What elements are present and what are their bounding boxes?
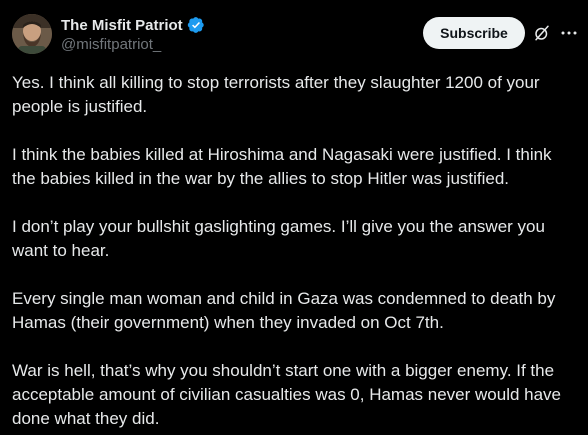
- tweet-text: Yes. I think all killing to stop terrori…: [12, 71, 578, 431]
- author-name-row: The Misfit Patriot: [61, 15, 205, 35]
- tweet-paragraph: I think the babies killed at Hiroshima a…: [12, 145, 552, 188]
- grok-icon[interactable]: [533, 24, 551, 42]
- author-handle[interactable]: @misfitpatriot_: [61, 36, 205, 53]
- more-icon[interactable]: [559, 24, 579, 42]
- author-display-name[interactable]: The Misfit Patriot: [61, 17, 183, 34]
- tweet-paragraph: Every single man woman and child in Gaza…: [12, 289, 556, 332]
- subscribe-button[interactable]: Subscribe: [423, 17, 525, 49]
- avatar-image: [12, 14, 52, 54]
- author-info: The Misfit Patriot @misfitpatriot_: [61, 15, 205, 53]
- tweet-paragraph: Yes. I think all killing to stop terrori…: [12, 73, 540, 116]
- avatar[interactable]: [12, 14, 52, 54]
- tweet-paragraph: I don’t play your bullshit gaslighting g…: [12, 217, 545, 260]
- tweet-header: The Misfit Patriot @misfitpatriot_ Subsc…: [0, 0, 588, 70]
- tweet-paragraph: War is hell, that’s why you shouldn’t st…: [12, 361, 562, 428]
- verified-badge-icon[interactable]: [187, 16, 205, 34]
